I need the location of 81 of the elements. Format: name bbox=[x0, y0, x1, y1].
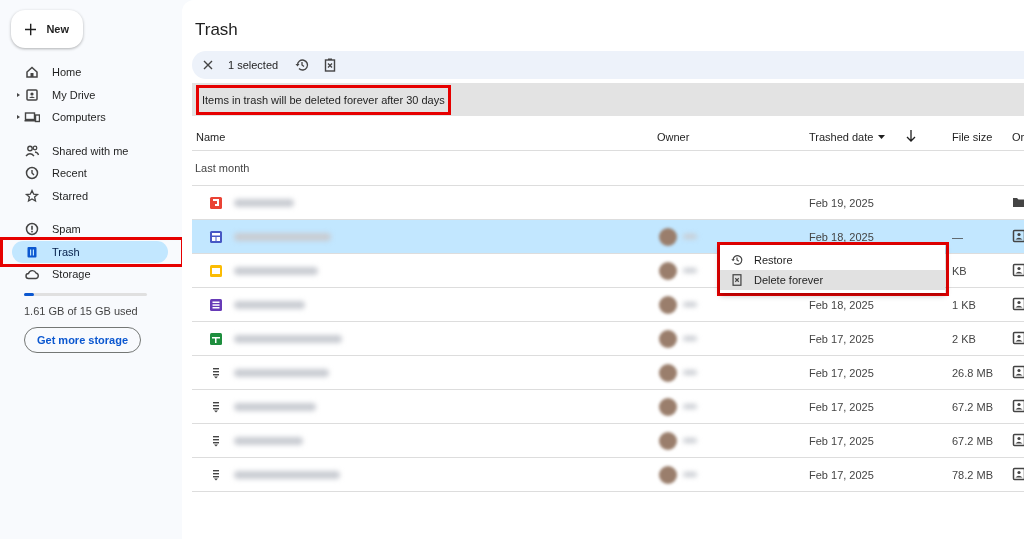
column-header[interactable]: File size bbox=[952, 130, 1012, 143]
restore-icon bbox=[730, 253, 744, 267]
nav-item[interactable]: Computers bbox=[12, 106, 168, 129]
table-cell: Feb 18, 2025 bbox=[809, 230, 874, 243]
drive-icon bbox=[1012, 262, 1024, 277]
drive-icon bbox=[1012, 398, 1024, 413]
nav-item[interactable]: Storage bbox=[12, 263, 168, 286]
table-cell: 2 KB bbox=[952, 332, 976, 345]
dropdown-icon bbox=[878, 134, 886, 139]
restore-button[interactable] bbox=[294, 57, 311, 73]
drive-icon bbox=[24, 86, 40, 103]
table-cell: Feb 17, 2025 bbox=[809, 400, 874, 413]
selection-count: 1 selected bbox=[228, 59, 279, 71]
clock-icon bbox=[24, 165, 40, 182]
table-cell: Feb 17, 2025 bbox=[809, 468, 874, 481]
blurred-name bbox=[683, 268, 697, 273]
table-cell: KB bbox=[952, 264, 967, 277]
file-row[interactable]: Feb 18, 2025 — bbox=[192, 220, 1024, 254]
exclamation-icon bbox=[24, 221, 40, 238]
table-cell: Feb 17, 2025 bbox=[809, 434, 874, 447]
new-button[interactable]: New bbox=[11, 10, 83, 48]
layout-file-icon bbox=[207, 228, 224, 245]
file-row[interactable]: Feb 17, 2025 67.2 MB bbox=[192, 390, 1024, 424]
blurred-name bbox=[683, 438, 697, 443]
delete-icon bbox=[730, 273, 744, 287]
blurred-name bbox=[234, 436, 303, 445]
table-cell: Feb 19, 2025 bbox=[809, 196, 874, 209]
nav-item[interactable]: Trash bbox=[12, 240, 168, 263]
file-row[interactable]: Feb 17, 2025 2 KB bbox=[192, 322, 1024, 356]
blurred-name bbox=[234, 300, 305, 309]
table-cell: 26.8 MB bbox=[952, 366, 993, 379]
group-label: Last month bbox=[195, 162, 250, 174]
sheet-file-icon bbox=[207, 330, 224, 347]
column-header[interactable]: Or bbox=[1012, 130, 1024, 143]
file-icon bbox=[207, 194, 224, 211]
nav-item[interactable]: My Drive bbox=[12, 83, 168, 106]
caret-icon[interactable] bbox=[17, 92, 20, 97]
blurred-name bbox=[683, 370, 697, 375]
nav-item[interactable]: Recent bbox=[12, 162, 168, 185]
blurred-name bbox=[683, 234, 697, 239]
table-cell: — bbox=[952, 230, 963, 243]
star-icon bbox=[24, 187, 40, 204]
storage-usage: 1.61 GB of 15 GB used bbox=[24, 304, 139, 317]
plus-icon bbox=[25, 22, 37, 36]
table-cell: 1 KB bbox=[952, 298, 976, 311]
page-title: Trash bbox=[195, 20, 239, 40]
drive-icon bbox=[1012, 296, 1024, 311]
home-icon bbox=[24, 64, 40, 81]
nav-item[interactable]: Shared with me bbox=[12, 139, 168, 162]
blurred-name bbox=[683, 302, 697, 307]
file-row[interactable]: Feb 17, 2025 67.2 MB bbox=[192, 424, 1024, 458]
drive-icon bbox=[1012, 432, 1024, 447]
table-cell: 67.2 MB bbox=[952, 400, 993, 413]
slides-file-icon bbox=[207, 262, 224, 279]
table-cell: Feb 17, 2025 bbox=[809, 332, 874, 345]
drive-icon bbox=[1012, 228, 1024, 243]
table-cell: 78.2 MB bbox=[952, 468, 993, 481]
table-cell: 67.2 MB bbox=[952, 434, 993, 447]
file-row[interactable]: Feb 17, 2025 78.2 MB bbox=[192, 458, 1024, 492]
drive-icon bbox=[1012, 466, 1024, 481]
file-row[interactable]: Feb 17, 2025 26.8 MB bbox=[192, 356, 1024, 390]
menu-item[interactable]: Delete forever bbox=[720, 270, 945, 290]
blurred-name bbox=[683, 472, 697, 477]
table-cell: Feb 17, 2025 bbox=[809, 366, 874, 379]
sort-arrow-icon[interactable] bbox=[906, 129, 916, 142]
blurred-name bbox=[234, 198, 294, 207]
restore-icon bbox=[294, 57, 311, 73]
notice-text: Items in trash will be deleted forever after 30 days bbox=[202, 93, 445, 106]
column-header[interactable]: Trashed date bbox=[809, 130, 906, 143]
drive-icon bbox=[1012, 364, 1024, 379]
nav-item[interactable]: Home bbox=[12, 61, 168, 84]
column-header[interactable]: Owner bbox=[657, 130, 809, 143]
table-cell: Feb 18, 2025 bbox=[809, 298, 874, 311]
drive-icon bbox=[1012, 330, 1024, 345]
blurred-name bbox=[683, 404, 697, 409]
blurred-name bbox=[683, 336, 697, 341]
caret-icon[interactable] bbox=[17, 115, 20, 119]
column-header[interactable]: Name bbox=[192, 130, 657, 143]
nav-item[interactable]: Spam bbox=[12, 218, 168, 241]
form-file-icon bbox=[207, 296, 224, 313]
nav-item[interactable]: Starred bbox=[12, 184, 168, 207]
